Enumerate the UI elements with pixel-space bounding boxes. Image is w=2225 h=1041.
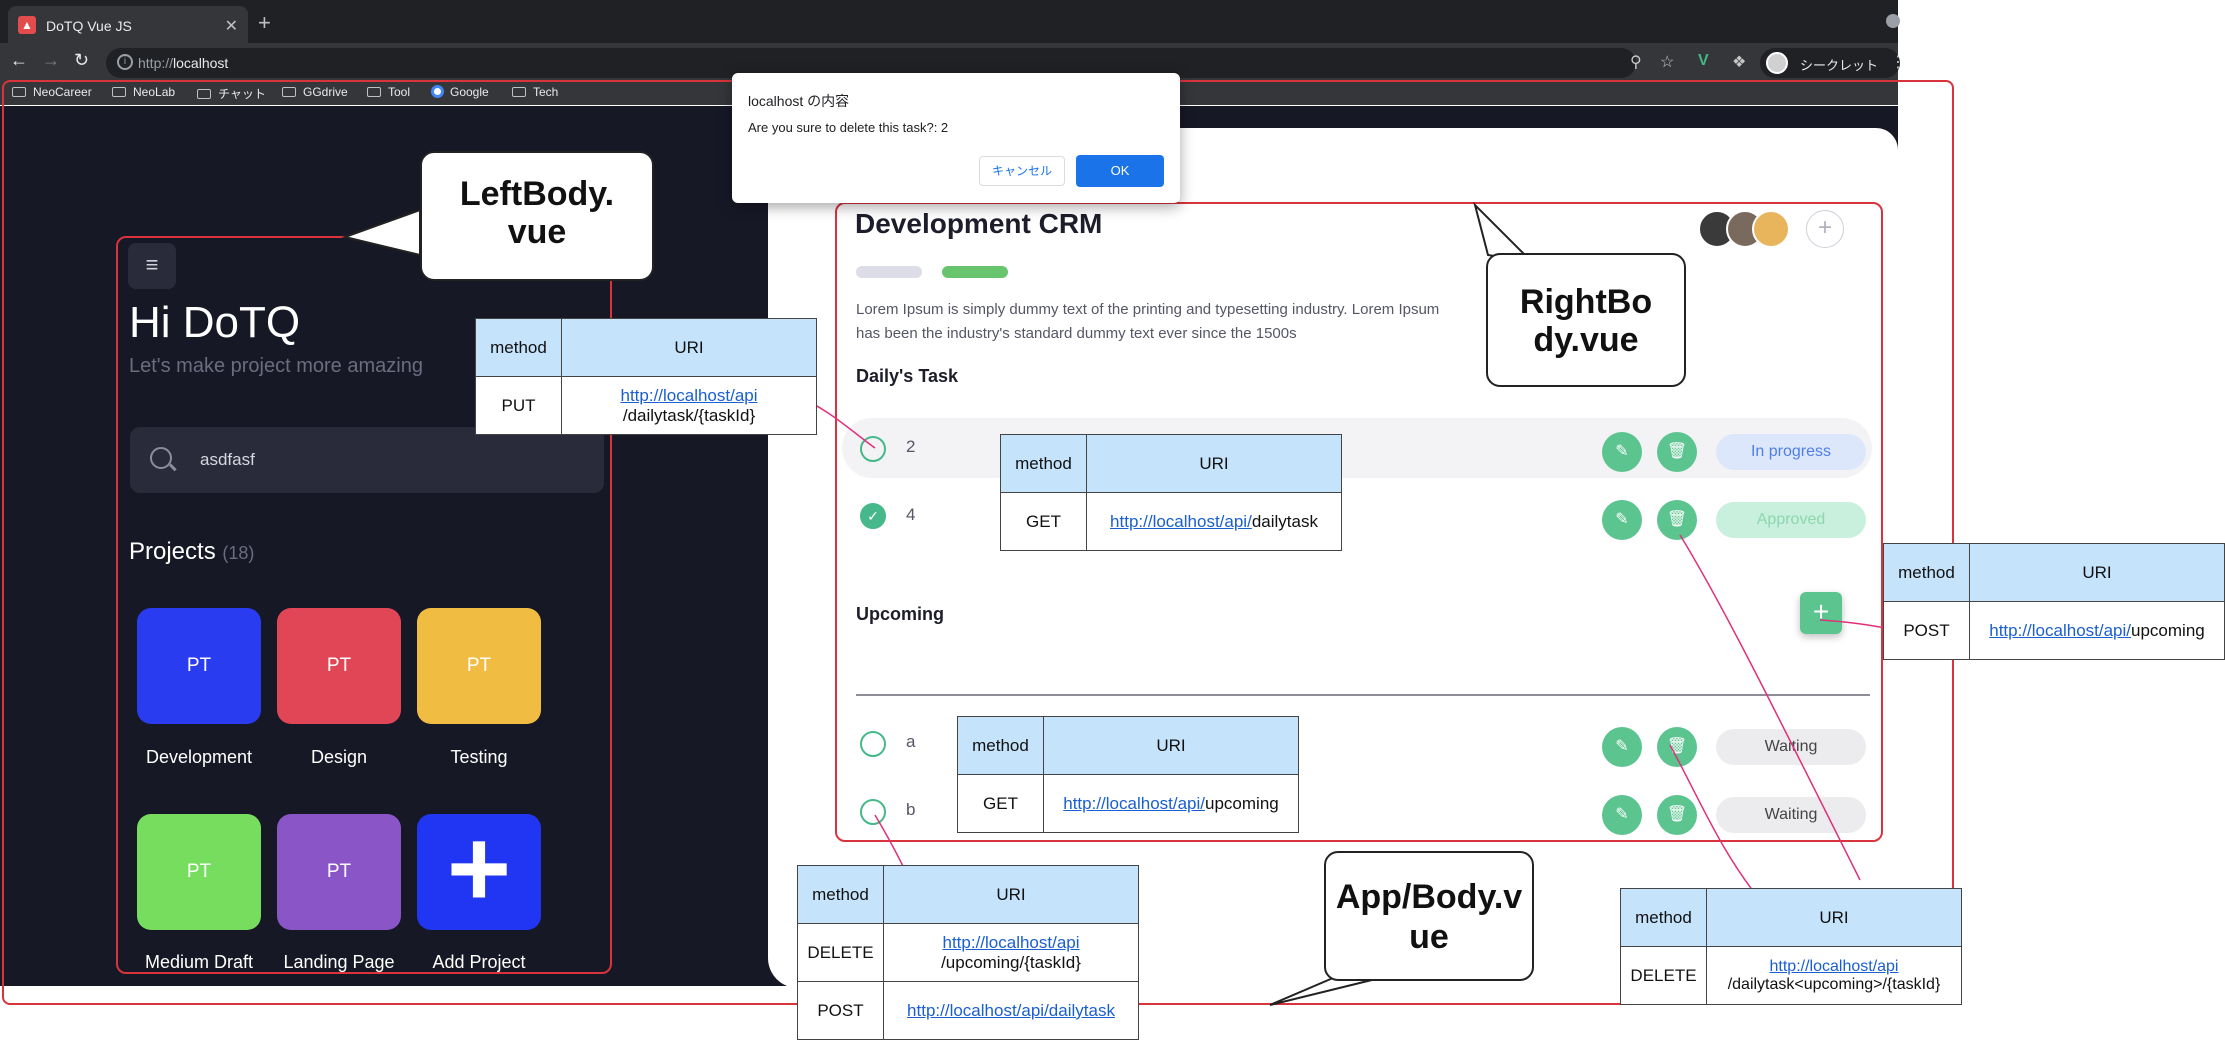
api-table-get-upcoming: method URI GET http://localhost/api/upcomi… [957, 716, 1299, 833]
api-table-delete-task: method URI DELETE http://localhost/api/dai… [1620, 888, 1962, 1005]
api-table-post-upcoming: method URI POST http://localhost/api/upcom… [1883, 543, 2225, 660]
api-path: /dailytask<upcoming>/{taskId} [1727, 975, 1941, 993]
col-uri-header: URI [561, 318, 817, 377]
api-path: /dailytask/{taskId} [622, 405, 756, 425]
api-path: dailytask [1251, 511, 1318, 531]
col-method-header: method [1620, 888, 1707, 947]
col-method-header: method [957, 716, 1044, 775]
col-uri-header: URI [1043, 716, 1299, 775]
api-method: GET [957, 774, 1044, 833]
col-method-header: method [1000, 434, 1087, 493]
leftbody-callout: LeftBody.vue [420, 151, 654, 281]
api-table-delete-upcoming: method URI DELETE http://localhost/api/upc… [797, 865, 1139, 1040]
col-uri-header: URI [883, 865, 1139, 924]
api-method: DELETE [797, 923, 884, 982]
callout-text: App/Body.vue [1335, 878, 1523, 956]
col-method-header: method [475, 318, 562, 377]
api-link[interactable]: http://localhost/api [942, 933, 1079, 952]
rightbody-callout: RightBody.vue [1486, 253, 1686, 387]
api-path: upcoming [1205, 793, 1279, 813]
api-link[interactable]: http://localhost/api/ [1989, 621, 2131, 640]
col-uri-header: URI [1969, 543, 2225, 602]
api-method: DELETE [1620, 946, 1707, 1005]
app-body-callout: App/Body.vue [1324, 851, 1534, 981]
api-table-get-dailytask: method URI GET http://localhost/api/dailyt… [1000, 434, 1342, 551]
api-method: POST [1883, 601, 1970, 660]
col-method-header: method [1883, 543, 1970, 602]
col-uri-header: URI [1086, 434, 1342, 493]
api-link[interactable]: http://localhost/api/dailytask [907, 1001, 1115, 1020]
page: { "browser": { "tab_title": "DoTQ Vue JS… [0, 0, 2225, 1041]
api-link[interactable]: http://localhost/api/ [1063, 794, 1205, 813]
api-table-put-dailytask: method URI PUT http://localhost/api/dailyt… [475, 318, 817, 435]
api-method: POST [797, 981, 884, 1040]
api-method: GET [1000, 492, 1087, 551]
api-link[interactable]: http://localhost/api/ [1110, 512, 1252, 531]
col-method-header: method [797, 865, 884, 924]
api-link[interactable]: http://localhost/api [620, 386, 757, 405]
callout-text: LeftBody.vue [459, 175, 615, 251]
api-path: /upcoming/{taskId} [941, 952, 1081, 972]
api-method: PUT [475, 376, 562, 435]
api-path: upcoming [2131, 620, 2205, 640]
callout-text: RightBody.vue [1519, 283, 1653, 359]
api-link[interactable]: http://localhost/api [1770, 958, 1899, 975]
col-uri-header: URI [1706, 888, 1962, 947]
